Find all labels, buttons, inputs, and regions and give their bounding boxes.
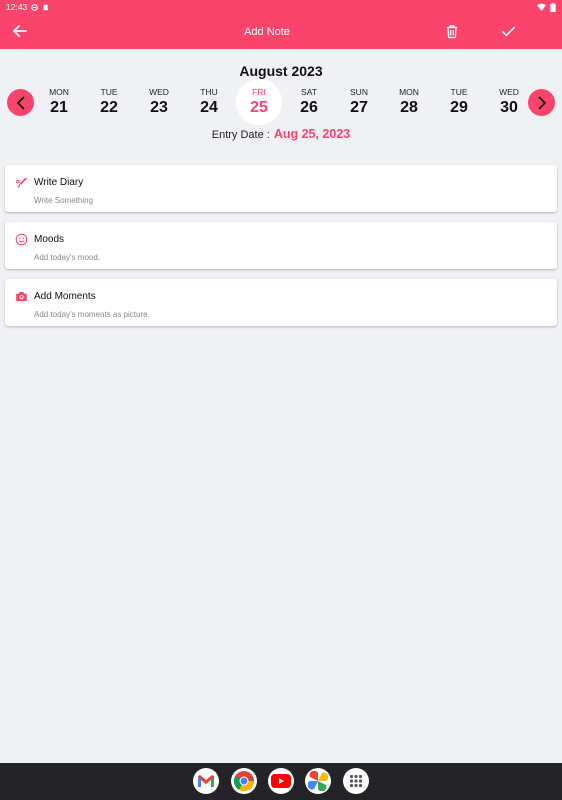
app-bar: 12:43 Add Note — [0, 0, 562, 49]
day-of-week: WED — [499, 87, 519, 97]
day-of-week: MON — [399, 87, 419, 97]
day-23[interactable]: WED 23 — [136, 79, 182, 125]
check-icon[interactable] — [500, 23, 517, 40]
camera-icon — [16, 292, 27, 301]
card-title: Add Moments — [34, 291, 96, 302]
entry-date: Entry Date : Aug 25, 2023 — [0, 127, 562, 141]
card-subtitle: Add today's mood. — [34, 253, 101, 262]
day-24[interactable]: THU 24 — [186, 79, 232, 125]
day-of-week: TUE — [100, 87, 118, 97]
next-week-button[interactable] — [528, 89, 555, 116]
card-subtitle: Write Something — [34, 196, 93, 205]
card-subtitle: Add today's moments as picture. — [34, 310, 150, 319]
wifi-icon — [537, 3, 546, 11]
sd-card-icon — [43, 4, 48, 10]
day-number: 26 — [300, 99, 318, 116]
day-of-week: SAT — [301, 87, 317, 97]
chrome-icon[interactable] — [231, 768, 257, 794]
day-of-week: SUN — [350, 87, 368, 97]
moods-card[interactable]: Moods Add today's mood. — [5, 222, 557, 269]
trash-icon[interactable] — [444, 23, 460, 40]
day-number: 28 — [400, 99, 418, 116]
pen-nib-icon — [16, 177, 27, 188]
day-21[interactable]: MON 21 — [36, 79, 82, 125]
day-28[interactable]: MON 28 — [386, 79, 432, 125]
status-time: 12:43 — [6, 2, 28, 12]
toolbar: Add Note — [0, 14, 562, 49]
youtube-icon[interactable] — [268, 768, 294, 794]
status-bar: 12:43 — [0, 0, 562, 14]
day-of-week: TUE — [450, 87, 468, 97]
day-number: 27 — [350, 99, 368, 116]
day-of-week: FRI — [252, 87, 266, 97]
day-number: 22 — [100, 99, 118, 116]
app-drawer-icon[interactable] — [343, 768, 369, 794]
photos-icon[interactable] — [305, 768, 331, 794]
entry-date-value: Aug 25, 2023 — [273, 127, 351, 141]
day-22[interactable]: TUE 22 — [86, 79, 132, 125]
day-of-week: WED — [149, 87, 169, 97]
gmail-icon[interactable] — [193, 768, 219, 794]
month-title: August 2023 — [239, 63, 323, 79]
day-number: 21 — [50, 99, 68, 116]
add-moments-card[interactable]: Add Moments Add today's moments as pictu… — [5, 279, 557, 326]
day-26[interactable]: SAT 26 — [286, 79, 332, 125]
vpn-status-icon — [31, 3, 39, 11]
battery-icon — [550, 2, 556, 12]
card-title: Moods — [34, 234, 65, 245]
day-number: 30 — [500, 99, 518, 116]
entry-date-label: Entry Date : — [211, 129, 270, 141]
day-number: 25 — [250, 99, 268, 116]
day-of-week: MON — [49, 87, 69, 97]
smiley-icon — [15, 233, 28, 246]
chevron-left-icon — [16, 96, 24, 109]
card-title: Write Diary — [34, 177, 84, 188]
day-of-week: THU — [200, 87, 218, 97]
day-27[interactable]: SUN 27 — [336, 79, 382, 125]
previous-week-button[interactable] — [7, 89, 34, 116]
day-number: 24 — [200, 99, 218, 116]
day-30[interactable]: WED 30 — [486, 79, 532, 125]
write-diary-card[interactable]: Write Diary Write Something — [5, 165, 557, 212]
day-25-selected[interactable]: FRI 25 — [236, 79, 282, 125]
chevron-right-icon — [538, 96, 546, 109]
day-number: 23 — [150, 99, 168, 116]
day-29[interactable]: TUE 29 — [436, 79, 482, 125]
day-number: 29 — [450, 99, 468, 116]
